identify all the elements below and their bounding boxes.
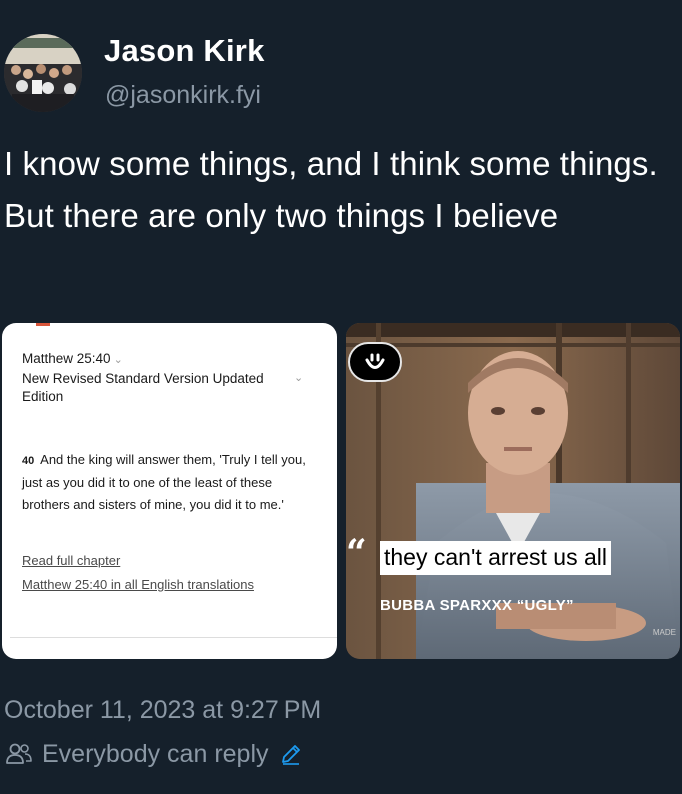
chevron-down-icon: ⌄ <box>294 372 304 384</box>
display-name[interactable]: Jason Kirk <box>104 33 265 69</box>
translations-link: Matthew 25:40 in all English translation… <box>22 577 254 592</box>
user-handle[interactable]: @jasonkirk.fyi <box>105 81 261 110</box>
read-chapter-link: Read full chapter <box>22 553 121 568</box>
avatar[interactable] <box>4 34 82 112</box>
divider <box>10 637 337 638</box>
bible-reference-label: Matthew 25:40 <box>22 351 111 366</box>
bible-version: New Revised Standard Version Updated Edi… <box>22 371 264 404</box>
reply-settings[interactable]: Everybody can reply <box>4 736 303 772</box>
smile-icon <box>365 353 385 369</box>
post-timestamp: October 11, 2023 at 9:27 PM <box>4 696 322 724</box>
reply-setting-label: Everybody can reply <box>42 739 269 768</box>
bible-verse: 40 And the king will answer them, 'Truly… <box>22 449 317 516</box>
bookmark-mark <box>36 323 50 326</box>
bible-reference: Matthew 25:40 ⌄ <box>22 351 123 366</box>
verse-text: And the king will answer them, 'Truly I … <box>22 452 306 512</box>
avatar-image <box>4 34 82 112</box>
media-meme-image[interactable]: “ they can't arrest us all BUBBA SPARXXX… <box>346 323 680 659</box>
meme-attribution: BUBBA SPARXXX “UGLY” <box>380 597 574 614</box>
people-icon <box>6 743 32 764</box>
meme-maker-badge <box>348 342 402 382</box>
verse-number: 40 <box>22 455 35 467</box>
media-bible-screenshot[interactable]: Matthew 25:40 ⌄ New Revised Standard Vers… <box>2 323 337 659</box>
media-grid: Matthew 25:40 ⌄ New Revised Standard Vers… <box>2 323 680 660</box>
post-text: I know some things, and I think some thi… <box>4 145 658 234</box>
pencil-icon[interactable] <box>279 742 303 766</box>
post-header: Jason Kirk @jasonkirk.fyi <box>0 0 682 120</box>
watermark: MADE <box>652 628 676 637</box>
quote-icon: “ <box>346 532 367 574</box>
chevron-down-icon: ⌄ <box>113 354 123 366</box>
meme-caption: they can't arrest us all <box>380 541 611 575</box>
